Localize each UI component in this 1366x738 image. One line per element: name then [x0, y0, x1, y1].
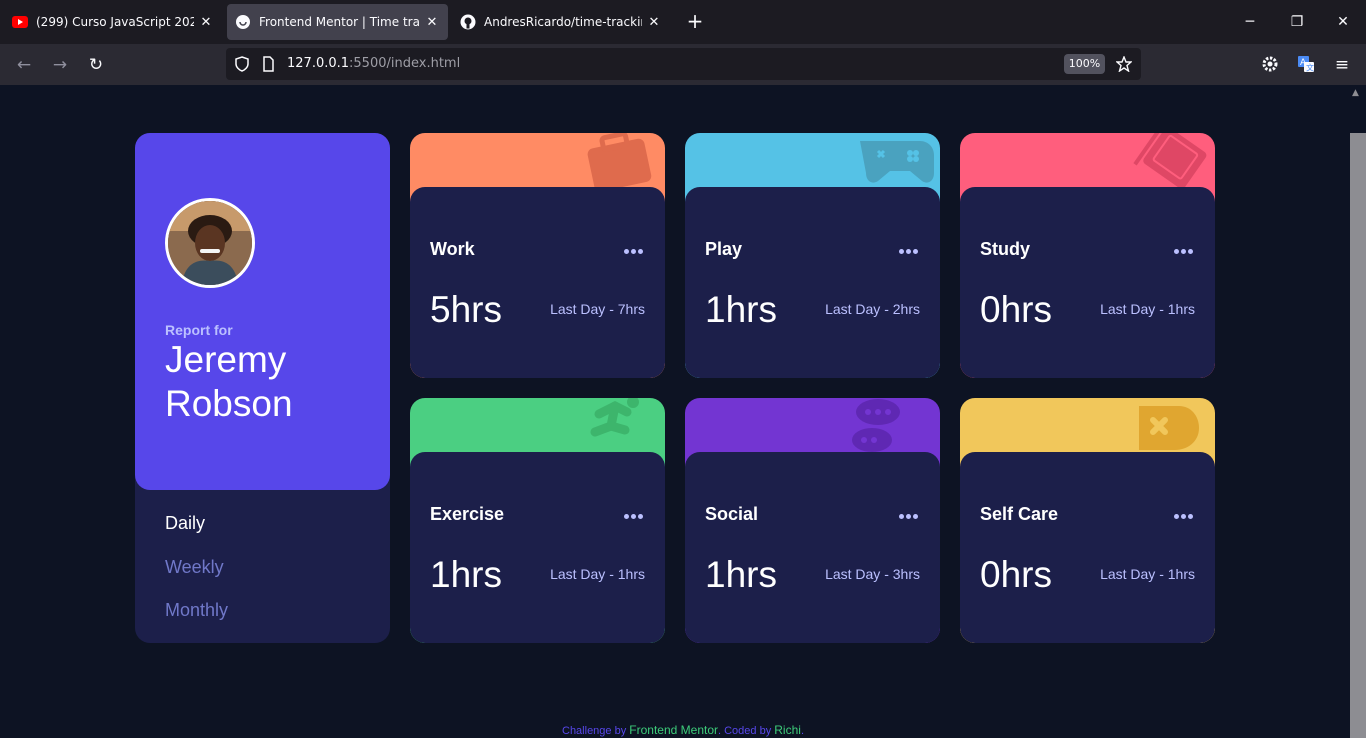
ellipsis-icon[interactable]	[624, 245, 644, 254]
frontend-mentor-link[interactable]: Frontend Mentor	[629, 723, 718, 737]
card-work: Work 5hrs Last Day - 7hrs	[410, 133, 665, 378]
tab-youtube[interactable]: (299) Curso JavaScript 2022 (GRATIS) ✕	[4, 4, 222, 40]
page-content: Report for Jeremy Robson Daily Weekly Mo…	[0, 85, 1350, 738]
card-hours: 0hrs	[980, 289, 1052, 330]
attribution-end: .	[800, 725, 804, 737]
scroll-up-arrow-icon[interactable]: ▲	[1352, 88, 1359, 98]
nav-bar: ← → ↻ 127.0.0.1:5500/index.html 100% A文 …	[0, 44, 1366, 85]
tab-github[interactable]: AndresRicardo/time-tracking-dashboard ✕	[452, 4, 670, 40]
bookmark-star-icon[interactable]	[1116, 56, 1132, 72]
minimize-icon[interactable]: ─	[1240, 12, 1260, 32]
card-body: Study 0hrs Last Day - 1hrs	[960, 187, 1215, 378]
close-tab-icon[interactable]: ✕	[198, 15, 214, 30]
card-body: Exercise 1hrs Last Day - 1hrs	[410, 452, 665, 643]
card-body: Self Care 0hrs Last Day - 1hrs	[960, 452, 1215, 643]
attribution: Challenge by Frontend Mentor. Coded by R…	[0, 723, 1366, 737]
card-previous: Last Day - 1hrs	[550, 566, 645, 582]
url-bar[interactable]: 127.0.0.1:5500/index.html 100%	[226, 48, 1141, 80]
tab-title: AndresRicardo/time-tracking-dashboard	[484, 15, 642, 29]
back-icon[interactable]: ←	[12, 53, 36, 77]
profile-header: Report for Jeremy Robson	[135, 133, 390, 490]
card-social: Social 1hrs Last Day - 3hrs	[685, 398, 940, 643]
github-icon	[460, 14, 476, 30]
card-previous: Last Day - 1hrs	[1100, 566, 1195, 582]
card-previous: Last Day - 2hrs	[825, 301, 920, 317]
ellipsis-icon[interactable]	[899, 510, 919, 519]
ellipsis-icon[interactable]	[1174, 245, 1194, 254]
forward-icon[interactable]: →	[48, 53, 72, 77]
zoom-level[interactable]: 100%	[1064, 54, 1105, 74]
translate-icon[interactable]: A文	[1297, 55, 1315, 73]
tab-title: Frontend Mentor | Time tracking dashboar…	[259, 15, 420, 29]
attribution-challenge-text: Challenge by	[562, 725, 627, 737]
youtube-icon	[12, 14, 28, 30]
attribution-coded-text: . Coded by	[718, 725, 772, 737]
card-play: Play 1hrs Last Day - 2hrs	[685, 133, 940, 378]
page-info-icon[interactable]	[260, 56, 276, 72]
period-monthly[interactable]: Monthly	[165, 600, 228, 621]
card-title: Exercise	[430, 504, 505, 524]
card-title: Play	[705, 239, 743, 259]
card-previous: Last Day - 1hrs	[1100, 301, 1195, 317]
card-body: Play 1hrs Last Day - 2hrs	[685, 187, 940, 378]
card-hours: 0hrs	[980, 554, 1052, 595]
card-body: Social 1hrs Last Day - 3hrs	[685, 452, 940, 643]
card-previous: Last Day - 3hrs	[825, 566, 920, 582]
url-text[interactable]: 127.0.0.1:5500/index.html	[287, 56, 460, 71]
reload-icon[interactable]: ↻	[84, 53, 108, 77]
url-path: :5500/index.html	[349, 56, 461, 71]
report-label: Report for	[165, 322, 233, 338]
tab-title: (299) Curso JavaScript 2022 (GRATIS)	[36, 15, 194, 29]
page-icon	[235, 14, 251, 30]
card-title: Work	[430, 239, 475, 259]
card-self-care: Self Care 0hrs Last Day - 1hrs	[960, 398, 1215, 643]
card-hours: 1hrs	[705, 554, 777, 595]
card-body: Work 5hrs Last Day - 7hrs	[410, 187, 665, 378]
card-previous: Last Day - 7hrs	[550, 301, 645, 317]
ellipsis-icon[interactable]	[899, 245, 919, 254]
ellipsis-icon[interactable]	[624, 510, 644, 519]
author-link[interactable]: Richi	[774, 723, 801, 737]
period-daily[interactable]: Daily	[165, 513, 205, 534]
avatar	[165, 198, 255, 288]
period-weekly[interactable]: Weekly	[165, 557, 224, 578]
ellipsis-icon[interactable]	[1174, 510, 1194, 519]
shield-icon[interactable]	[234, 56, 250, 72]
card-hours: 5hrs	[430, 289, 502, 330]
card-title: Self Care	[980, 504, 1059, 524]
close-tab-icon[interactable]: ✕	[646, 15, 662, 30]
svg-text:文: 文	[1306, 63, 1314, 73]
new-tab-button[interactable]: +	[684, 10, 706, 32]
restore-icon[interactable]: ❐	[1287, 12, 1307, 32]
close-window-icon[interactable]: ✕	[1333, 12, 1353, 32]
profile-card: Report for Jeremy Robson Daily Weekly Mo…	[135, 133, 390, 643]
user-name: Jeremy Robson	[165, 339, 293, 424]
tab-frontend-mentor[interactable]: Frontend Mentor | Time tracking dashboar…	[227, 4, 448, 40]
extension-gear-icon[interactable]	[1261, 55, 1279, 73]
card-title: Study	[980, 239, 1031, 259]
url-host: 127.0.0.1	[287, 56, 350, 71]
tab-bar: (299) Curso JavaScript 2022 (GRATIS) ✕ F…	[0, 0, 1366, 44]
card-title: Social	[705, 504, 759, 524]
card-study: Study 0hrs Last Day - 1hrs	[960, 133, 1215, 378]
menu-icon[interactable]: ≡	[1330, 53, 1354, 77]
close-tab-icon[interactable]: ✕	[424, 15, 440, 30]
card-hours: 1hrs	[705, 289, 777, 330]
card-hours: 1hrs	[430, 554, 502, 595]
card-exercise: Exercise 1hrs Last Day - 1hrs	[410, 398, 665, 643]
scrollbar-thumb[interactable]	[1350, 133, 1366, 738]
